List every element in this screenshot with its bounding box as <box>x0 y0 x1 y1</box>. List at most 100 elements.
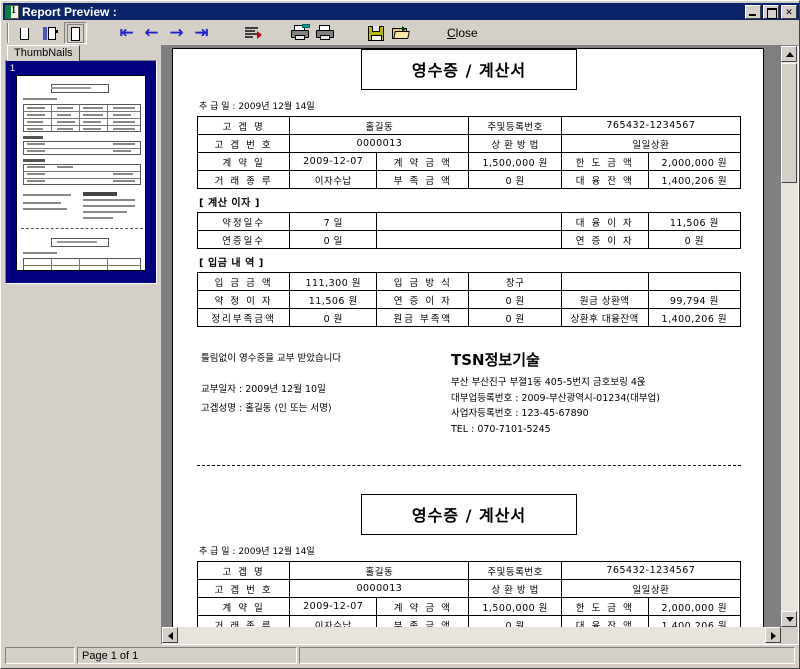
vscroll-thumb[interactable] <box>781 63 797 183</box>
cell-value: 홀길동 <box>289 561 470 580</box>
company-block: TSN정보기술 부산 부산진구 부졀1동 405-5번지 금호보링 4욵 대부업… <box>447 349 741 437</box>
cell-value: 0000013 <box>289 134 470 153</box>
scroll-right-button[interactable] <box>765 627 781 643</box>
vertical-scrollbar[interactable] <box>781 46 798 627</box>
cell-value: 7 일 <box>289 212 378 231</box>
toolbar: ⇤ ← → ⇥ Close <box>3 21 799 45</box>
cell-label: 약정일수 <box>196 212 291 231</box>
minimize-button[interactable] <box>745 4 761 19</box>
table-row: 정리부족금액 0 원 원금 부족액 0 원 상환후 대융잔액 1,400,206… <box>196 308 742 327</box>
print-setup-button[interactable] <box>288 22 311 44</box>
cell-label: 계 약 일 <box>196 597 291 616</box>
print-button[interactable] <box>313 22 336 44</box>
cell-label: 부 족 금 액 <box>376 170 470 189</box>
report-document-icon <box>5 4 19 19</box>
scroll-down-button[interactable] <box>781 611 797 627</box>
cell-label: 고 겝 명 <box>196 561 291 580</box>
cell-value: 1,400,206 원 <box>647 615 742 627</box>
customer-signature-text: 고겝성명 : 홀길동 (인 또는 서명) <box>201 403 332 414</box>
cell-empty <box>647 272 742 291</box>
receipt-copy-2: 영수증 / 계산서 추 급 일 : 2009년 12월 14일 고 겝 명 홀길… <box>173 466 765 627</box>
cell-value: 창구 <box>468 272 562 291</box>
scroll-up-button[interactable] <box>781 46 797 62</box>
table-row: 고 겝 명 홀길동 주및등록번호 765432-1234567 <box>196 116 742 135</box>
scroll-left-button[interactable] <box>162 627 178 643</box>
cell-value: 111,300 원 <box>289 272 378 291</box>
payment-table-body: 입 금 금 액 111,300 원 입 금 방 식 창구 약 정 이 자 11,… <box>196 272 742 327</box>
cell-empty <box>376 230 562 249</box>
previous-page-button[interactable]: ← <box>140 22 163 44</box>
cell-label: 주및등록번호 <box>468 561 562 580</box>
table-row: 연증일수 0 일 연 증 이 자 0 원 <box>196 230 742 249</box>
customer-table-body: 고 겝 명 홀길동 주및등록번호 765432-1234567 고 겝 번 호 … <box>196 116 742 189</box>
cell-label: 계 약 금 액 <box>376 152 470 171</box>
cell-label: 입 금 방 식 <box>376 272 470 291</box>
cell-label: 주및등록번호 <box>468 116 562 135</box>
cell-value: 2009-12-07 <box>289 152 378 171</box>
interest-table: 약정일수 7 일 대 융 이 자 11,506 원 연증일수 0 일 연 증 이… <box>196 212 742 249</box>
company-address: 부산 부산진구 부졀1동 405-5번지 금호보링 4욵 <box>451 377 646 388</box>
first-page-button[interactable]: ⇤ <box>115 22 138 44</box>
window-controls: ✕ <box>745 4 799 19</box>
first-page-arrow-icon: ⇤ <box>119 22 134 43</box>
open-folder-icon <box>392 26 410 40</box>
scrollbar-corner <box>781 627 798 644</box>
cell-value: 2,000,000 원 <box>647 597 742 616</box>
thumbnail-list[interactable]: 1 <box>5 60 157 284</box>
report-content: 영수증 / 계산서 추 급 일 : 2009년 12월 14일 고 겝 명 홀길… <box>173 49 765 627</box>
table-row: 거 래 종 루 이자수납 부 족 금 액 0 원 대 융 잔 액 1,400,2… <box>196 615 742 627</box>
cell-value: 765432-1234567 <box>560 116 742 135</box>
cell-value: 11,506 원 <box>289 290 378 309</box>
close-preview-button[interactable]: Close <box>447 26 478 40</box>
horizontal-scrollbar[interactable] <box>162 627 781 644</box>
cell-label: 연 증 이 자 <box>560 230 649 249</box>
cell-value: 1,500,000 원 <box>468 597 562 616</box>
page-setup-button[interactable] <box>241 22 264 44</box>
last-page-button[interactable]: ⇥ <box>190 22 213 44</box>
thumbnail-page-1[interactable] <box>16 75 146 271</box>
table-row: 고 겝 명 홀길동 주및등록번호 765432-1234567 <box>196 561 742 580</box>
table-row: 계 약 일 2009-12-07 계 약 금 액 1,500,000 원 한 도… <box>196 597 742 616</box>
next-page-arrow-icon: → <box>169 22 184 43</box>
status-page-indicator: Page 1 of 1 <box>77 647 297 664</box>
table-row: 약 정 이 자 11,506 원 연 증 이 자 0 원 원금 상환액 99,7… <box>196 290 742 309</box>
handle-date: 추 급 일 : 2009년 12월 14일 <box>199 102 315 112</box>
single-page-view-button[interactable] <box>14 22 37 44</box>
open-report-button[interactable] <box>389 22 412 44</box>
cell-label: 연 증 이 자 <box>376 290 470 309</box>
maximize-button[interactable] <box>763 4 779 19</box>
close-button[interactable]: ✕ <box>781 4 797 19</box>
facing-pages-icon <box>43 25 58 42</box>
hscroll-track[interactable] <box>162 627 781 644</box>
table-row: 거 래 종 루 이자수납 부 족 금 액 0 원 대 융 잔 액 1,400,2… <box>196 170 742 189</box>
whole-page-view-button[interactable] <box>64 22 87 44</box>
cell-value: 0 일 <box>289 230 378 249</box>
tab-thumbnails[interactable]: ThumbNails <box>7 45 80 61</box>
cell-value: 0 원 <box>468 170 562 189</box>
cell-value: 1,500,000 원 <box>468 152 562 171</box>
cell-value: 0 원 <box>289 308 378 327</box>
whole-page-icon <box>67 23 84 43</box>
preview-viewport[interactable]: 영수증 / 계산서 추 급 일 : 2009년 12월 14일 고 겝 명 홀길… <box>162 46 781 627</box>
interest-table-body: 약정일수 7 일 대 융 이 자 11,506 원 연증일수 0 일 연 증 이… <box>196 212 742 249</box>
cell-label: 약 정 이 자 <box>196 290 291 309</box>
cell-label: 고 겝 명 <box>196 116 291 135</box>
status-cell-right <box>299 647 795 664</box>
cell-label: 부 족 금 액 <box>376 615 470 627</box>
table-row: 고 겝 번 호 0000013 상 환 방 법 일일상환 <box>196 579 742 598</box>
receipt-footer: 틀림없이 영수증을 교부 받았습니다 교부일자 : 2009년 12월 10일 … <box>197 349 741 437</box>
facing-pages-view-button[interactable] <box>39 22 62 44</box>
cell-label: 상환후 대융잔액 <box>560 308 649 327</box>
company-name: TSN정보기술 <box>451 351 540 369</box>
cell-label: 상 환 방 법 <box>468 579 562 598</box>
next-page-button[interactable]: → <box>165 22 188 44</box>
save-report-button[interactable] <box>364 22 387 44</box>
acknowledgement-text: 틀림없이 영수증을 교부 받았습니다 <box>201 353 342 364</box>
cell-empty <box>560 272 649 291</box>
cell-value: 2,000,000 원 <box>647 152 742 171</box>
cell-value: 765432-1234567 <box>560 561 742 580</box>
close-label-rest: lose <box>455 26 478 40</box>
cell-label: 거 래 종 루 <box>196 170 291 189</box>
cell-label: 고 겝 번 호 <box>196 579 291 598</box>
acknowledgement-block: 틀림없이 영수증을 교부 받았습니다 교부일자 : 2009년 12월 10일 … <box>197 349 447 437</box>
